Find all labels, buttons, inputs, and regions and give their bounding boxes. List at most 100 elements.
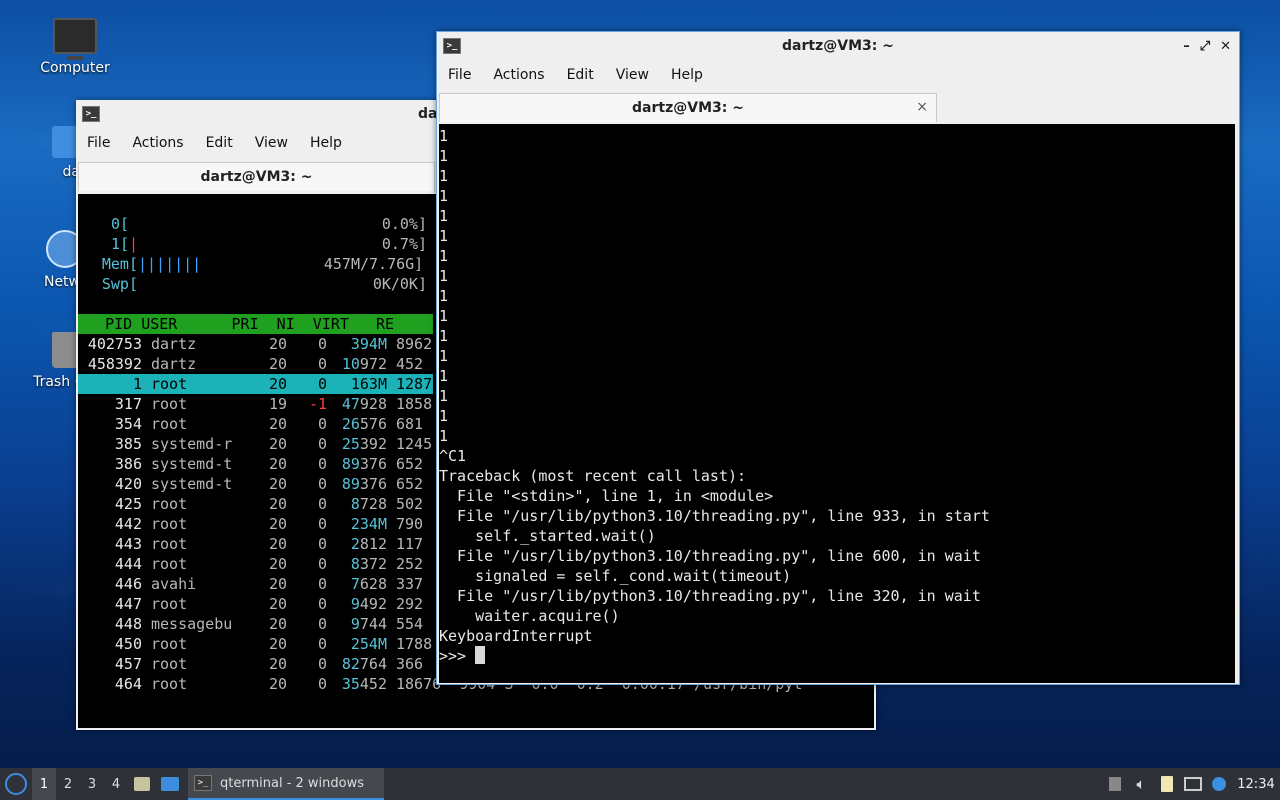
workspace-label: 1 (39, 776, 49, 792)
file-manager-launcher[interactable] (128, 768, 156, 800)
clipboard-button[interactable] (1154, 768, 1180, 800)
cell-pri: 20 (268, 375, 287, 393)
process-row[interactable]: 354 root 20 0 26576 681 (78, 414, 433, 434)
cell-user: root (151, 555, 188, 573)
process-row[interactable]: 447 root 20 0 9492 292 (78, 594, 433, 614)
cell-virt-high: 2 (350, 535, 360, 553)
desktop-icon-home[interactable]: da (20, 126, 92, 180)
process-table-header[interactable]: PID USER PRI NI VIRT RE (78, 314, 433, 334)
cell-virt-high: 9 (350, 615, 360, 633)
menu-actions[interactable]: Actions (482, 67, 555, 83)
tab-close-icon[interactable]: × (916, 99, 928, 115)
output-line: File "/usr/lib/python3.10/threading.py",… (439, 547, 981, 565)
clock[interactable]: 12:34 (1232, 768, 1280, 800)
close-button[interactable]: ✕ (1220, 39, 1231, 54)
cell-res: 554 (396, 615, 424, 633)
workspace-3[interactable]: 3 (80, 768, 104, 800)
process-row[interactable]: 457 root 20 0 82764 366 (78, 654, 433, 674)
clipboard-icon (1161, 776, 1173, 792)
output-line: 1 (439, 427, 449, 445)
show-desktop-launcher[interactable] (156, 768, 184, 800)
output-line: 1 (439, 307, 449, 325)
cell-ni: 0 (317, 375, 327, 393)
output-line: 1 (439, 147, 449, 165)
cell-pid: 386 (114, 455, 142, 473)
process-row[interactable]: 443 root 20 0 2812 117 (78, 534, 433, 554)
updates-button[interactable] (1206, 768, 1232, 800)
process-row[interactable]: 442 root 20 0 234M 790 (78, 514, 433, 534)
desktop-icon-trash[interactable]: Trash ( (10, 332, 82, 390)
workspace-2[interactable]: 2 (56, 768, 80, 800)
cell-virt-high: 8 (350, 495, 360, 513)
process-row[interactable]: 448 messagebu 20 0 9744 554 (78, 614, 433, 634)
workspace-label: 4 (111, 776, 121, 792)
process-row[interactable]: 420 systemd-t 20 0 89376 652 (78, 474, 433, 494)
menu-view[interactable]: View (605, 67, 660, 83)
cell-virt: 9492 (327, 594, 387, 614)
cpu0-value: 0.0%] (381, 215, 427, 233)
swp-meter: Swp[0K/0K] (78, 274, 433, 294)
process-row[interactable]: 450 root 20 0 254M 1788 (78, 634, 433, 654)
cell-virt: 47928 (327, 394, 387, 414)
volume-button[interactable]: 🔈︎ (1128, 768, 1154, 800)
workspace-4[interactable]: 4 (104, 768, 128, 800)
output-line: 1 (439, 267, 449, 285)
output-line: File "/usr/lib/python3.10/threading.py",… (439, 587, 981, 605)
cell-pri: 20 (268, 515, 287, 533)
prompt-line[interactable]: >>> (439, 646, 1235, 666)
cell-virt-low: 972 (359, 355, 387, 373)
process-row[interactable]: 386 systemd-t 20 0 89376 652 (78, 454, 433, 474)
network-button[interactable] (1180, 768, 1206, 800)
task-qterminal[interactable]: >_ qterminal - 2 windows (188, 768, 384, 800)
cell-pri: 20 (268, 415, 287, 433)
cell-virt: 8372 (327, 554, 387, 574)
cell-res: 502 (396, 495, 424, 513)
menu-edit[interactable]: Edit (195, 135, 244, 151)
process-row[interactable]: 425 root 20 0 8728 502 (78, 494, 433, 514)
tab-terminal[interactable]: dartz@VM3: ~ × (439, 93, 937, 122)
cell-pid: 443 (114, 535, 142, 553)
start-menu-button[interactable] (0, 768, 32, 800)
maximize-button[interactable]: ⤢ (1200, 39, 1210, 54)
process-row[interactable]: 458392 dartz 20 0 10972 452 (78, 354, 433, 374)
cell-user: systemd-r (151, 435, 233, 453)
menu-file[interactable]: File (437, 67, 482, 83)
python-terminal-window[interactable]: >_ dartz@VM3: ~ – ⤢ ✕ File Actions Edit … (436, 31, 1240, 685)
menu-file[interactable]: File (76, 135, 121, 151)
tab-terminal[interactable]: dartz@VM3: ~ (78, 162, 435, 191)
cell-user: root (151, 595, 188, 613)
cell-virt-high: 8 (350, 555, 360, 573)
cell-pri: 20 (268, 595, 287, 613)
cell-pid: 442 (114, 515, 142, 533)
desktop-icon-computer[interactable]: Computer (30, 18, 120, 76)
desktop-icon-label: Computer (40, 60, 110, 76)
menu-actions[interactable]: Actions (121, 135, 194, 151)
cell-res: 337 (396, 575, 424, 593)
cell-pid: 425 (114, 495, 142, 513)
cell-res: 292 (396, 595, 424, 613)
cell-virt: 8728 (327, 494, 387, 514)
terminal-output[interactable]: 1 1 1 1 1 1 1 1 1 1 1 1 1 1 1 1 ^C1 Traceback (most recen… (439, 124, 1235, 683)
desktop-icon-network[interactable]: Netw (10, 230, 84, 290)
process-row[interactable]: 444 root 20 0 8372 252 (78, 554, 433, 574)
lubuntu-logo-icon (5, 773, 27, 795)
process-row[interactable]: 317 root 19 -1 47928 1858 (78, 394, 433, 414)
cell-ni: 0 (317, 575, 327, 593)
process-row[interactable]: 385 systemd-r 20 0 25392 1245 (78, 434, 433, 454)
cell-user: root (151, 655, 188, 673)
process-row[interactable]: 1 root 20 0 163M 1287 (78, 374, 433, 394)
minimize-button[interactable]: – (1183, 39, 1190, 54)
workspace-1[interactable]: 1 (32, 768, 56, 800)
process-row[interactable]: 446 avahi 20 0 7628 337 (78, 574, 433, 594)
tray-expand-button[interactable] (1102, 768, 1128, 800)
menu-help[interactable]: Help (660, 67, 714, 83)
process-row[interactable]: 402753 dartz 20 0 394M 8962 (78, 334, 433, 354)
menu-edit[interactable]: Edit (556, 67, 605, 83)
cell-pid: 457 (114, 655, 142, 673)
cell-virt-low: 452 (359, 675, 387, 693)
window-titlebar[interactable]: >_ dartz@VM3: ~ – ⤢ ✕ (437, 32, 1239, 60)
cell-res: 117 (396, 535, 424, 553)
menu-help[interactable]: Help (299, 135, 353, 151)
menu-view[interactable]: View (244, 135, 299, 151)
cell-virt-high: 47 (341, 395, 360, 413)
